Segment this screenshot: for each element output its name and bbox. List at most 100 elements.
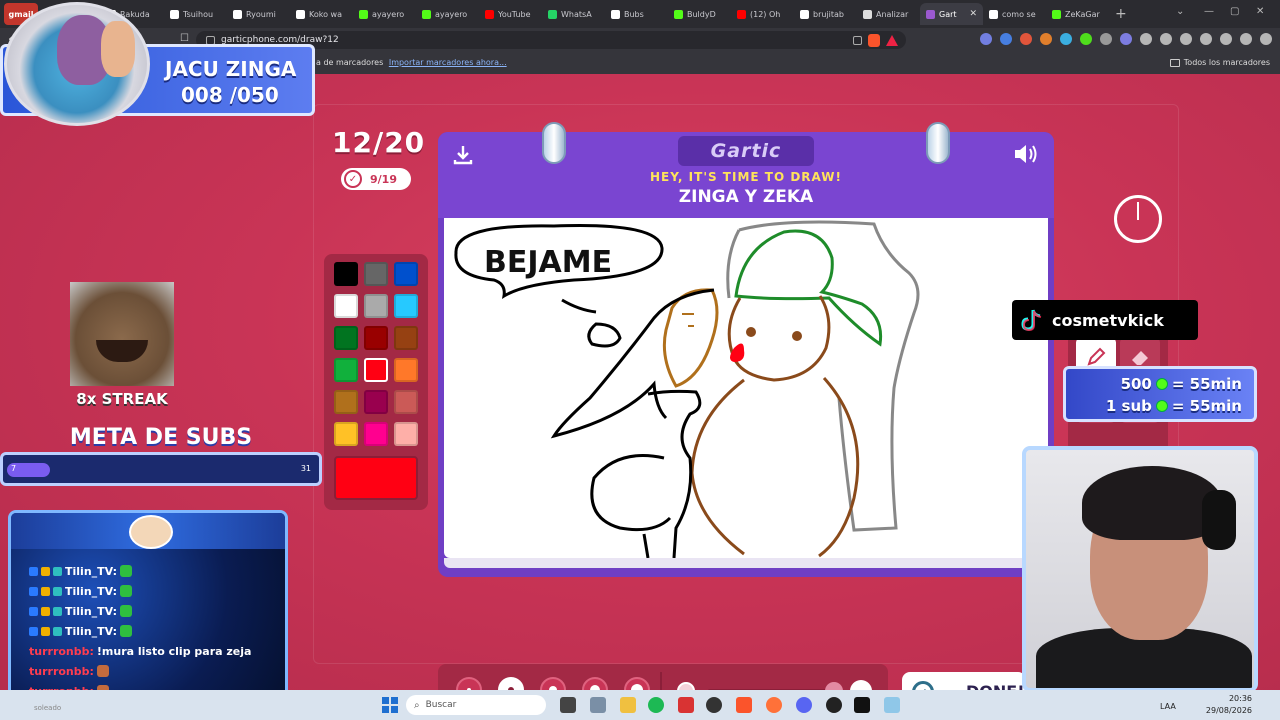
clock[interactable]: 20:36 29/08/2026 (1206, 693, 1252, 717)
color-swatch[interactable] (334, 294, 358, 318)
browser-tab[interactable]: ayayero (353, 3, 416, 25)
weather-label: soleado (34, 704, 62, 712)
clock-time: 20:36 (1228, 694, 1252, 703)
extension-icon[interactable] (1160, 33, 1172, 45)
tiktok-tag: cosmetvkick (1012, 300, 1198, 340)
spotify-icon[interactable] (648, 697, 664, 713)
brave-shields-icon[interactable] (868, 33, 880, 47)
browser-tab[interactable]: ayayero (416, 3, 479, 25)
extension-icon[interactable] (1080, 33, 1092, 45)
color-swatch[interactable] (364, 422, 388, 446)
extension-icon[interactable] (1040, 33, 1052, 45)
app-icon[interactable] (884, 697, 900, 713)
streamer-title: JACU ZINGA (165, 57, 297, 81)
goal-value: = 55min (1171, 397, 1242, 415)
tab-search-icon[interactable]: ⌄ (1176, 6, 1184, 17)
bookmark-star-icon[interactable]: ☐ (180, 33, 189, 44)
sound-icon[interactable] (1012, 142, 1040, 166)
tab-label: Tsuihou (183, 9, 214, 19)
extension-icon[interactable] (1260, 33, 1272, 45)
minimize-icon[interactable]: — (1204, 6, 1214, 17)
browser-tab[interactable]: (12) Oh (731, 3, 794, 25)
start-icon[interactable] (382, 697, 398, 713)
color-swatch[interactable] (394, 294, 418, 318)
drawing-canvas[interactable]: BEJAME (444, 218, 1048, 558)
color-swatch[interactable] (394, 422, 418, 446)
extension-icon[interactable] (1000, 33, 1012, 45)
extension-icon[interactable] (1060, 33, 1072, 45)
extension-icon[interactable] (1200, 33, 1212, 45)
round-counter: 12/20 (332, 126, 426, 159)
translate-icon[interactable] (853, 35, 862, 45)
browser-tab[interactable]: Koko wa (290, 3, 353, 25)
color-swatch[interactable] (394, 390, 418, 414)
brush-size-button[interactable] (498, 677, 524, 690)
color-swatch[interactable] (364, 326, 388, 350)
browser-tab[interactable]: Gart ✕ (920, 3, 983, 25)
browser-tab[interactable]: Analizar (857, 3, 920, 25)
firefox-icon[interactable] (766, 697, 782, 713)
close-window-icon[interactable]: ✕ (1256, 6, 1264, 17)
extension-icon[interactable] (1240, 33, 1252, 45)
extension-icon[interactable] (1020, 33, 1032, 45)
emote-icon (96, 665, 109, 677)
color-swatch[interactable] (364, 262, 388, 286)
brush-size-button[interactable] (624, 677, 650, 690)
browser-tab[interactable]: Ryoumi (227, 3, 290, 25)
emote-icon (120, 625, 133, 637)
extension-icon[interactable] (980, 33, 992, 45)
extension-icon[interactable] (1100, 33, 1112, 45)
file-explorer-icon[interactable] (620, 697, 636, 713)
color-swatch[interactable] (334, 422, 358, 446)
browser-tab[interactable]: Tsuihou (164, 3, 227, 25)
girl-figure (101, 21, 135, 77)
brave-rewards-icon[interactable] (886, 34, 898, 46)
color-swatch[interactable] (364, 294, 388, 318)
discord-icon[interactable] (796, 697, 812, 713)
app-icon[interactable] (678, 697, 694, 713)
brush-size-button[interactable] (582, 677, 608, 690)
browser-tab[interactable]: YouTube (479, 3, 542, 25)
color-swatch[interactable] (334, 390, 358, 414)
color-swatch[interactable] (394, 326, 418, 350)
widgets-icon[interactable] (590, 697, 606, 713)
task-view-icon[interactable] (560, 697, 576, 713)
tiktok-app-icon[interactable] (854, 697, 870, 713)
color-swatch[interactable] (364, 390, 388, 414)
browser-tab[interactable]: como se (983, 3, 1046, 25)
extension-icon[interactable] (1220, 33, 1232, 45)
app-icon[interactable] (706, 697, 722, 713)
extension-icon[interactable] (1140, 33, 1152, 45)
color-swatch[interactable] (334, 262, 358, 286)
browser-tab[interactable]: ZeKaGar (1046, 3, 1109, 25)
browser-tab[interactable]: Bubs (605, 3, 668, 25)
browser-tab[interactable]: WhatsA (542, 3, 605, 25)
browser-tab[interactable]: BuldyD (668, 3, 731, 25)
extension-icon[interactable] (1180, 33, 1192, 45)
opacity-max-knob[interactable] (850, 680, 872, 690)
chat-badge-icon (53, 566, 62, 576)
import-bookmarks-link[interactable]: Importar marcadores ahora... (389, 58, 507, 67)
obs-icon[interactable] (826, 697, 842, 713)
color-swatch[interactable] (394, 358, 418, 382)
brush-size-button[interactable] (456, 677, 482, 690)
language-indicator[interactable]: LAA (1160, 702, 1176, 711)
browser-tab[interactable]: brujitab (794, 3, 857, 25)
maximize-icon[interactable]: ▢ (1230, 6, 1239, 17)
opacity-min-knob[interactable] (677, 682, 695, 690)
extension-icon[interactable] (1120, 33, 1132, 45)
new-tab-icon[interactable]: + (1115, 6, 1127, 22)
color-swatch[interactable] (334, 326, 358, 350)
download-icon[interactable] (452, 144, 474, 166)
brush-size-button[interactable] (540, 677, 566, 690)
color-swatch[interactable] (334, 358, 358, 382)
all-bookmarks[interactable]: Todos los marcadores (1169, 58, 1270, 67)
speech-bubble-text: BEJAME (484, 245, 612, 280)
color-swatch[interactable] (364, 358, 388, 382)
done-button[interactable]: ✓ DONE! (902, 672, 1026, 690)
close-tab-icon[interactable]: ✕ (969, 9, 977, 19)
color-swatch[interactable] (394, 262, 418, 286)
taskbar-search[interactable]: ⌕ Buscar (406, 695, 546, 715)
opacity-knob[interactable] (825, 682, 843, 690)
brave-icon[interactable] (736, 697, 752, 713)
